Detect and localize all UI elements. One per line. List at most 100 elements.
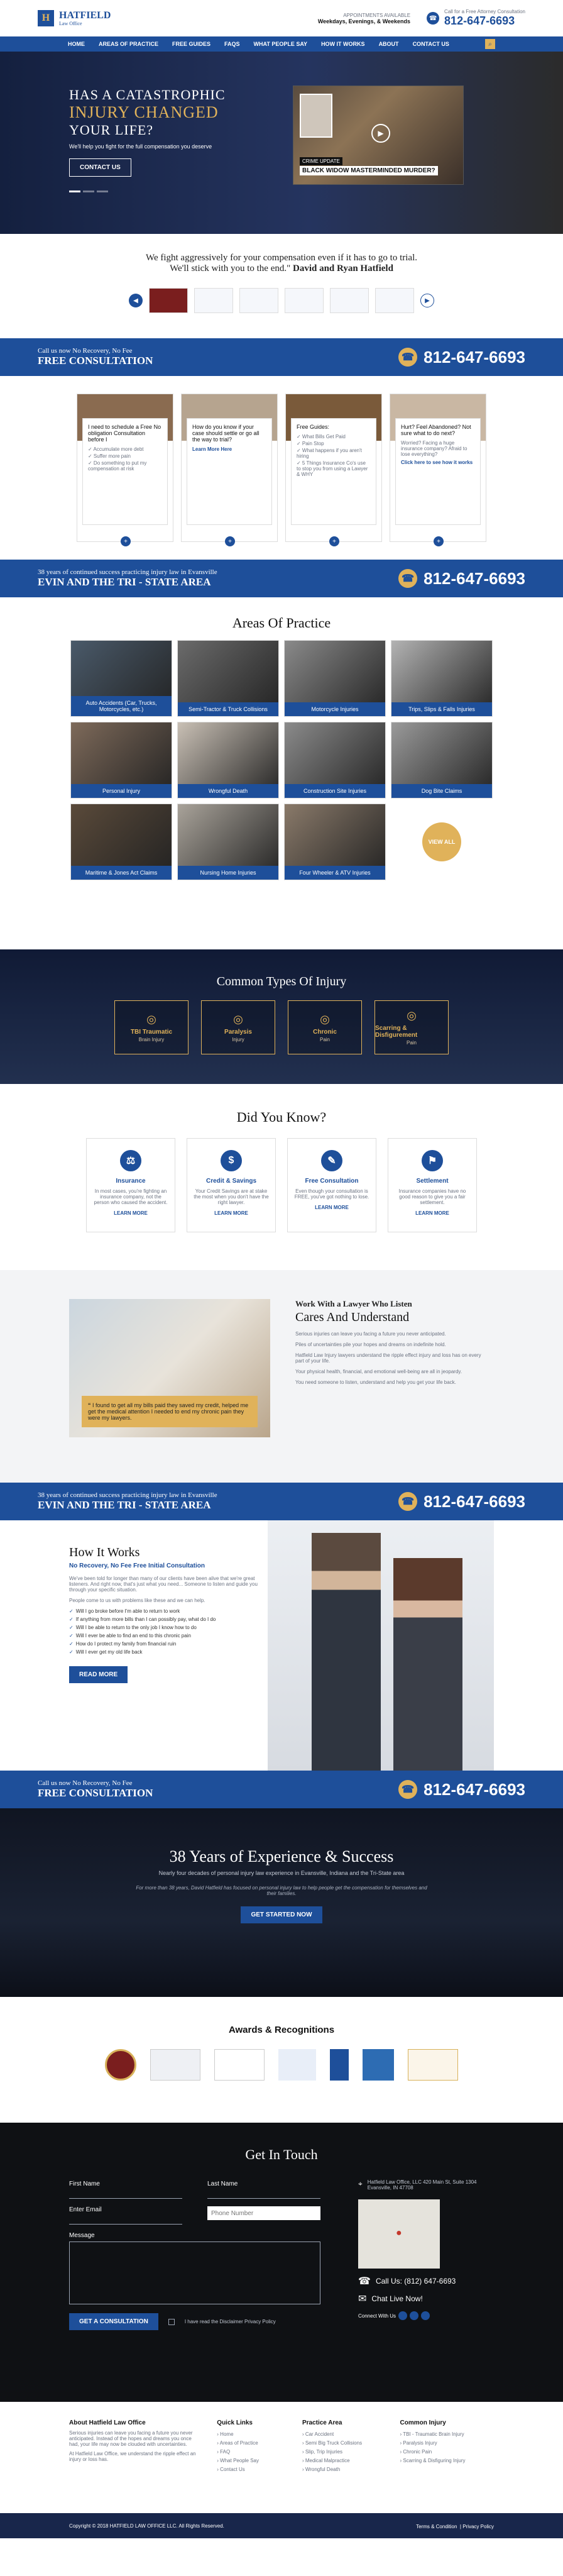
cta4-phone-box[interactable]: ☎ 812-647-6693	[398, 1780, 525, 1799]
guide-card[interactable]: How do you know if your case should sett…	[181, 394, 278, 546]
privacy-link[interactable]: Privacy Policy	[462, 2524, 494, 2529]
footer-link[interactable]: › FAQ	[217, 2448, 286, 2457]
last-name-field[interactable]	[207, 2190, 320, 2199]
nav-item-about[interactable]: ABOUT	[379, 41, 399, 47]
guide-card[interactable]: Free Guides: ✓ What Bills Get Paid ✓ Pain …	[285, 394, 382, 546]
nav-item-home[interactable]: HOME	[68, 41, 85, 47]
know-link[interactable]: LEARN MORE	[315, 1205, 349, 1210]
footer-link[interactable]: › Home	[217, 2430, 286, 2439]
cares-section: “ I found to get all my bills paid they …	[0, 1270, 563, 1483]
injury-tile[interactable]: ◎ Paralysis Injury	[201, 1000, 275, 1054]
know-title: Credit & Savings	[205, 1178, 257, 1185]
know-link[interactable]: LEARN MORE	[114, 1210, 148, 1216]
guide-add-icon[interactable]: +	[434, 536, 444, 546]
cta3-phone[interactable]: 812-647-6693	[424, 1492, 525, 1512]
guide-link[interactable]: Learn More Here	[192, 446, 266, 452]
footer-link[interactable]: › Slip, Trip Injuries	[302, 2448, 384, 2457]
email-field[interactable]	[69, 2216, 182, 2225]
practice-item[interactable]: Auto Accidents (Car, Trucks, Motorcycles…	[70, 640, 172, 717]
cta2-phone[interactable]: 812-647-6693	[424, 569, 525, 589]
practice-item[interactable]: Maritime & Jones Act Claims	[70, 804, 172, 880]
injury-tile[interactable]: ◎ TBI Traumatic Brain Injury	[114, 1000, 189, 1054]
cta3-phone-box[interactable]: ☎ 812-647-6693	[398, 1492, 525, 1512]
footer-link[interactable]: › Contact Us	[217, 2465, 286, 2474]
footer-link[interactable]: › Semi Big Truck Collisions	[302, 2439, 384, 2448]
nav-item-faqs[interactable]: FAQS	[224, 41, 240, 47]
search-icon[interactable]: ⌕	[485, 39, 495, 49]
guide-card[interactable]: I need to schedule a Free No obligation …	[77, 394, 173, 546]
linkedin-icon[interactable]	[421, 2311, 430, 2320]
know-card[interactable]: $ Credit & Savings Your Credit Savings are…	[187, 1138, 276, 1232]
footer-link[interactable]: › Medical Malpractice	[302, 2457, 384, 2465]
message-field[interactable]	[69, 2242, 320, 2304]
twitter-icon[interactable]	[410, 2311, 419, 2320]
footer-link[interactable]: › Chronic Pain	[400, 2448, 495, 2457]
nav-item-how-it-works[interactable]: HOW IT WORKS	[321, 41, 365, 47]
practice-item[interactable]: Nursing Home Injuries	[177, 804, 279, 880]
nav-item-free-guides[interactable]: FREE GUIDES	[172, 41, 210, 47]
footer-link[interactable]: › What People Say	[217, 2457, 286, 2465]
brand[interactable]: H HATFIELD Law Office	[38, 10, 111, 26]
know-link[interactable]: LEARN MORE	[214, 1210, 248, 1216]
guide-add-icon[interactable]: +	[225, 536, 235, 546]
first-name-field[interactable]	[69, 2190, 182, 2199]
practice-item[interactable]: Construction Site Injuries	[284, 722, 386, 799]
know-card[interactable]: ✎ Free Consultation Even though your consu…	[287, 1138, 376, 1232]
get-started-button[interactable]: GET STARTED NOW	[241, 1906, 322, 1923]
practice-item[interactable]: Wrongful Death	[177, 722, 279, 799]
read-more-button[interactable]: READ MORE	[69, 1666, 128, 1683]
hero-video[interactable]: ▶ CRIME UPDATE BLACK WIDOW MASTERMINDED …	[293, 86, 464, 185]
cta1-phone[interactable]: 812-647-6693	[424, 348, 525, 367]
know-link[interactable]: LEARN MORE	[415, 1210, 449, 1216]
header-phone[interactable]: 812-647-6693	[444, 14, 525, 28]
footer-link[interactable]: › TBI - Traumatic Brain Injury	[400, 2430, 495, 2439]
nav-item-contact-us[interactable]: CONTACT US	[413, 41, 449, 47]
guide-link[interactable]: Click here to see how it works	[401, 460, 475, 465]
know-card[interactable]: ⚖ Insurance In most cases, you're fighting…	[86, 1138, 175, 1232]
contact-call[interactable]: Call Us: (812) 647-6693	[376, 2277, 456, 2286]
disclaimer-checkbox[interactable]	[168, 2318, 175, 2325]
guide-bullet: ✓ What happens if you aren't hiring	[297, 448, 362, 459]
view-all-button[interactable]: VIEW ALL	[422, 822, 461, 861]
practice-item[interactable]: Semi-Tractor & Truck Collisions	[177, 640, 279, 717]
video-tag: CRIME UPDATE	[300, 157, 342, 165]
footer-link[interactable]: › Areas of Practice	[217, 2439, 286, 2448]
play-icon[interactable]: ▶	[371, 124, 390, 143]
guide-add-icon[interactable]: +	[329, 536, 339, 546]
practice-label: Nursing Home Injuries	[178, 866, 278, 880]
contact-chat[interactable]: Chat Live Now!	[371, 2294, 422, 2303]
submit-button[interactable]: GET A CONSULTATION	[69, 2313, 158, 2330]
phone-field[interactable]	[207, 2206, 320, 2220]
footer-link[interactable]: › Paralysis Injury	[400, 2439, 495, 2448]
practice-item[interactable]: Dog Bite Claims	[391, 722, 493, 799]
carousel-prev-icon[interactable]: ◀	[129, 294, 143, 307]
video-title: BLACK WIDOW MASTERMINDED MURDER?	[300, 166, 438, 175]
guide-add-icon[interactable]: +	[121, 536, 131, 546]
hero-contact-button[interactable]: CONTACT US	[69, 158, 131, 177]
cta1-phone-box[interactable]: ☎ 812-647-6693	[398, 348, 525, 367]
hero-slider-dots[interactable]	[69, 191, 258, 192]
disclaimer-text[interactable]: I have read the Disclaimer Privacy Polic…	[185, 2319, 276, 2324]
injury-tile[interactable]: ◎ Chronic Pain	[288, 1000, 362, 1054]
cta2-phone-box[interactable]: ☎ 812-647-6693	[398, 569, 525, 589]
injury-tile[interactable]: ◎ Scarring & Disfigurement Pain	[374, 1000, 449, 1054]
footer-link[interactable]: › Scarring & Disfiguring Injury	[400, 2457, 495, 2465]
call-box[interactable]: ☎ Call for a Free Attorney Consultation …	[427, 9, 525, 28]
map[interactable]: ●	[358, 2199, 440, 2269]
footer-link[interactable]: › Wrongful Death	[302, 2465, 384, 2474]
nav-item-what-people-say[interactable]: WHAT PEOPLE SAY	[254, 41, 308, 47]
practice-item[interactable]: Motorcycle Injuries	[284, 640, 386, 717]
carousel-next-icon[interactable]: ▶	[420, 294, 434, 307]
nav-item-areas-of-practice[interactable]: AREAS OF PRACTICE	[99, 41, 158, 47]
practice-item[interactable]: Personal Injury	[70, 722, 172, 799]
guide-card[interactable]: Hurt? Feel Abandoned? Not sure what to d…	[390, 394, 486, 546]
brand-name: HATFIELD	[59, 9, 111, 21]
facebook-icon[interactable]	[398, 2311, 408, 2320]
footer-link[interactable]: › Car Accident	[302, 2430, 384, 2439]
practice-item[interactable]: Four Wheeler & ATV Injuries	[284, 804, 386, 880]
map-pin-icon: ●	[396, 2228, 402, 2238]
terms-link[interactable]: Terms & Condition	[416, 2524, 457, 2529]
know-card[interactable]: ⚑ Settlement Insurance companies have no g…	[388, 1138, 477, 1232]
cta4-phone[interactable]: 812-647-6693	[424, 1780, 525, 1799]
practice-item[interactable]: Trips, Slips & Falls Injuries	[391, 640, 493, 717]
